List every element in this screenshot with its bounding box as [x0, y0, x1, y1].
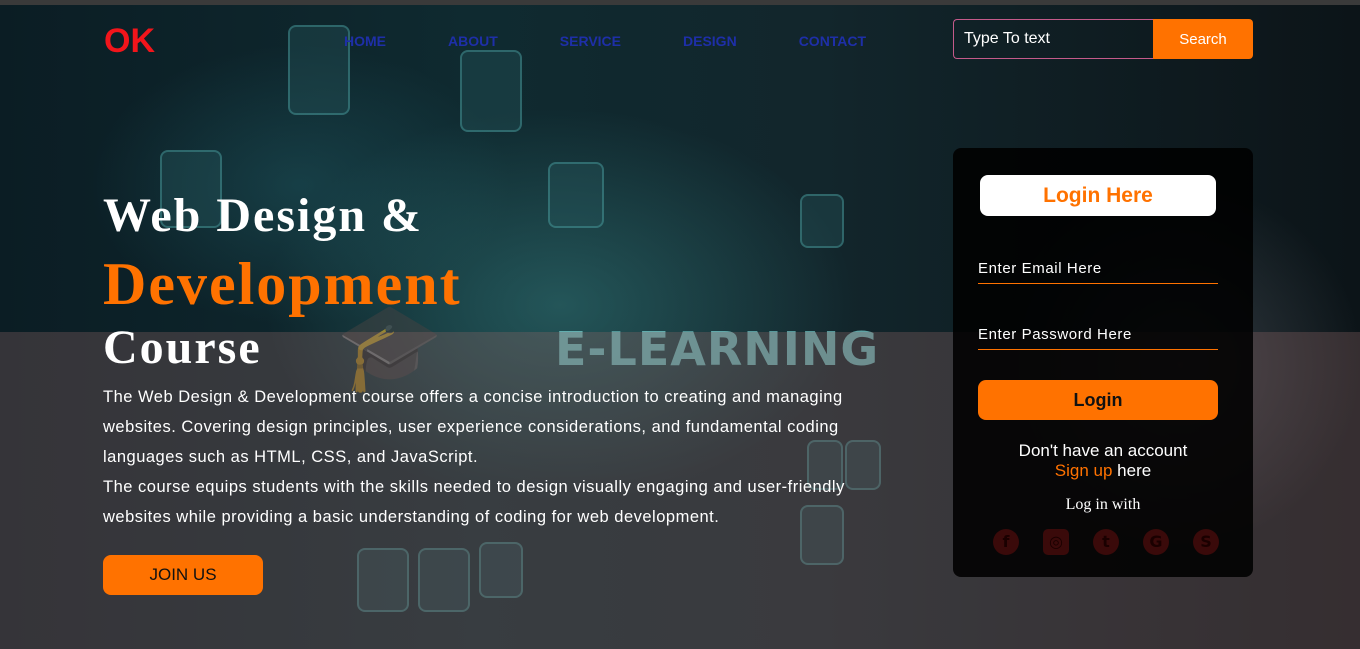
nav-home[interactable]: HOME	[344, 33, 386, 49]
password-field[interactable]	[978, 320, 1218, 350]
signup-suffix: here	[1112, 461, 1152, 480]
hero-title: Web Design & Development Course	[103, 192, 462, 372]
nav-contact[interactable]: CONTACT	[799, 33, 866, 49]
hero-description-p2: The course equips students with the skil…	[103, 478, 845, 526]
login-button[interactable]: Login	[978, 380, 1218, 420]
search-input[interactable]	[953, 19, 1153, 59]
social-login-icons: f ◎ t G S	[993, 529, 1219, 555]
hero-title-line2: Development	[103, 251, 462, 317]
nav-service[interactable]: SERVICE	[560, 33, 621, 49]
twitter-icon[interactable]: t	[1093, 529, 1119, 555]
education-screen-icon	[288, 25, 350, 115]
login-with-label: Log in with	[1065, 496, 1141, 513]
signup-link[interactable]: Sign up	[1055, 461, 1113, 480]
instagram-icon[interactable]: ◎	[1043, 529, 1069, 555]
no-account-text: Don't have an account	[1018, 441, 1188, 460]
hero-description: The Web Design & Development course offe…	[103, 382, 903, 532]
nav-design[interactable]: DESIGN	[683, 33, 737, 49]
settings-icon	[800, 194, 844, 248]
main-nav: HOME ABOUT SERVICE DESIGN CONTACT	[344, 33, 928, 49]
skype-icon[interactable]: S	[1193, 529, 1219, 555]
globe-icon	[460, 50, 522, 132]
bar-chart-icon	[548, 162, 604, 228]
hero-title-line1: Web Design &	[103, 189, 424, 242]
email-field[interactable]	[978, 254, 1218, 284]
search-bar: Search	[953, 19, 1253, 59]
hero-description-p1: The Web Design & Development course offe…	[103, 388, 843, 466]
hero-title-line3: Course	[103, 321, 262, 374]
signup-prompt: Don't have an account Sign up here	[953, 441, 1253, 481]
login-form: Login Here Login Don't have an account S…	[953, 148, 1253, 577]
nav-about[interactable]: ABOUT	[448, 33, 498, 49]
login-heading: Login Here	[980, 175, 1216, 216]
google-icon[interactable]: G	[1143, 529, 1169, 555]
site-logo[interactable]: OK	[104, 22, 155, 61]
search-button[interactable]: Search	[1153, 19, 1253, 59]
facebook-icon[interactable]: f	[993, 529, 1019, 555]
join-us-button[interactable]: JOIN US	[103, 555, 263, 595]
